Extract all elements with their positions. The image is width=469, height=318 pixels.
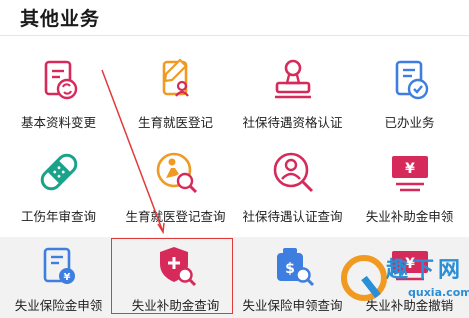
- watermark-sub: quxia.com: [408, 286, 469, 299]
- watermark-text: 趣下网: [386, 258, 465, 283]
- watermark: 趣下网 quxia.com: [336, 244, 469, 318]
